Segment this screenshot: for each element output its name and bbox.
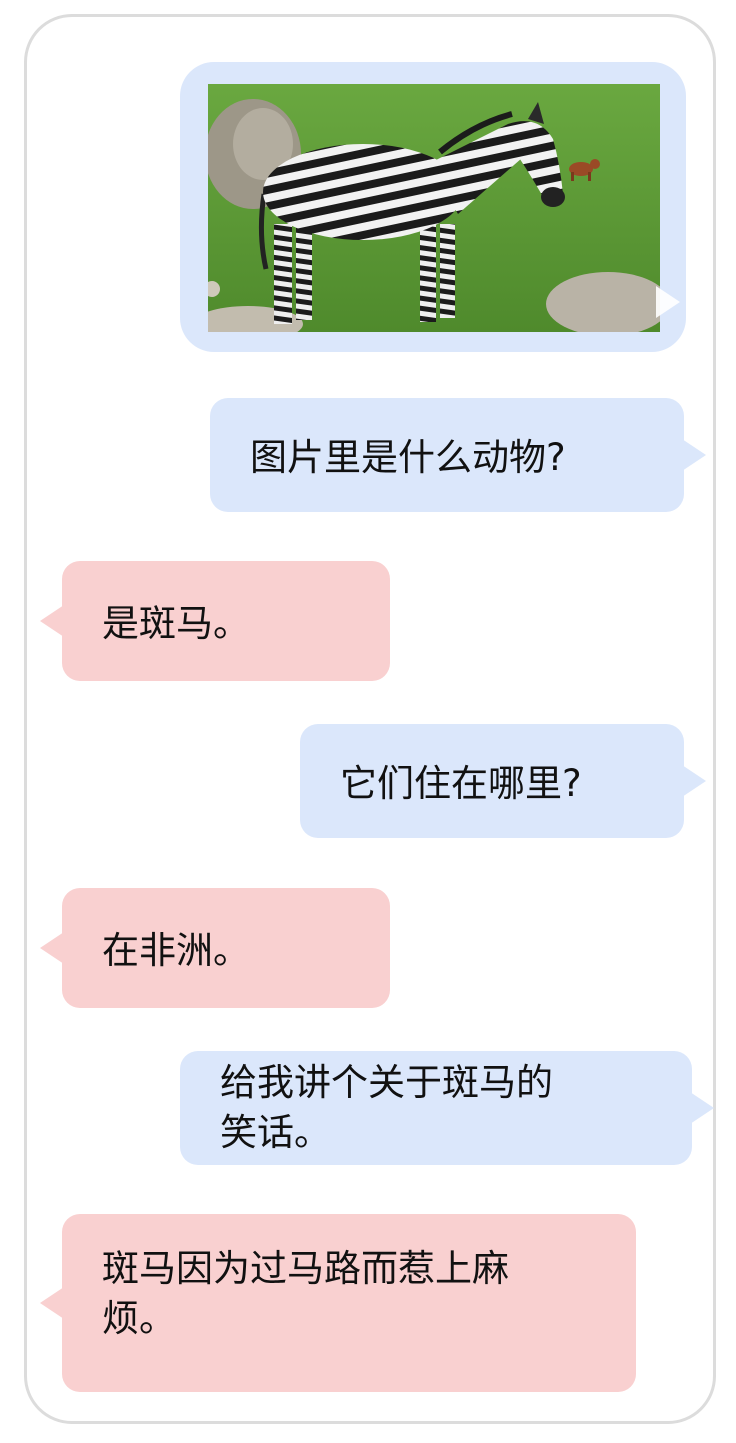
message-text-line-1: 给我讲个关于斑马的 [220,1061,553,1104]
play-icon[interactable] [656,286,680,318]
image-message-bubble[interactable] [180,62,686,352]
user-message-2[interactable]: 它们住在哪里? [300,724,706,838]
zebra-photo[interactable] [208,84,660,332]
message-text: 图片里是什么动物? [250,436,566,479]
assistant-message-1[interactable]: 是斑马。 [40,561,390,681]
message-text: 在非洲。 [102,929,250,972]
assistant-message-2[interactable]: 在非洲。 [40,888,390,1008]
message-text-line-1: 斑马因为过马路而惹上麻 [102,1247,509,1290]
message-text-line-2: 笑话。 [220,1111,331,1154]
message-text: 它们住在哪里? [340,762,582,805]
message-text-line-2: 烦。 [102,1297,176,1340]
assistant-message-3[interactable]: 斑马因为过马路而惹上麻 烦。 [40,1214,636,1392]
message-text: 是斑马。 [102,602,250,645]
user-message-3[interactable]: 给我讲个关于斑马的 笑话。 [180,1051,714,1165]
zebra-photo-illustration [208,84,660,332]
user-message-1[interactable]: 图片里是什么动物? [210,398,706,512]
